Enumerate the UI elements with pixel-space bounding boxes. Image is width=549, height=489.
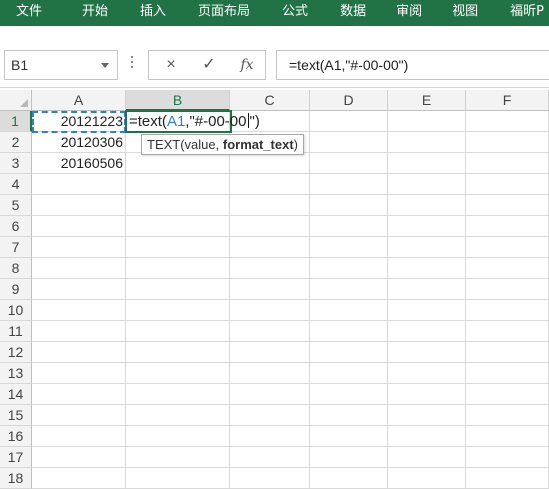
row-header-18[interactable]: 18 xyxy=(0,468,32,489)
row-header-12[interactable]: 12 xyxy=(0,342,32,363)
row-header-2[interactable]: 2 xyxy=(0,132,32,153)
gridline xyxy=(32,299,549,300)
text-caret xyxy=(247,113,249,128)
row-header-16[interactable]: 16 xyxy=(0,426,32,447)
enter-icon[interactable]: ✓ xyxy=(191,51,227,79)
gridline xyxy=(32,383,549,384)
cancel-icon[interactable]: × xyxy=(153,51,189,79)
row-header-17[interactable]: 17 xyxy=(0,447,32,468)
tooltip-close: ) xyxy=(293,137,298,152)
row-header-10[interactable]: 10 xyxy=(0,300,32,321)
tab-home[interactable]: 开始 xyxy=(82,0,108,26)
in-cell-editor[interactable]: =text(A1,"#-00-00 ") xyxy=(129,111,260,132)
cell-a2[interactable]: 20120306 xyxy=(32,132,125,153)
row-header-7[interactable]: 7 xyxy=(0,237,32,258)
row-header-9[interactable]: 9 xyxy=(0,279,32,300)
cell-a3[interactable]: 20160506 xyxy=(32,153,125,174)
spreadsheet-grid: A B C D E F 1 2 3 4 5 6 7 8 9 10 11 12 1… xyxy=(0,90,549,489)
gridline xyxy=(32,425,549,426)
tooltip-function: TEXT(value, xyxy=(147,137,223,152)
gridline xyxy=(125,111,126,489)
chevron-down-icon[interactable] xyxy=(101,63,109,68)
row-header-5[interactable]: 5 xyxy=(0,195,32,216)
gridline xyxy=(309,111,310,489)
select-all-icon xyxy=(20,99,28,107)
row-header-11[interactable]: 11 xyxy=(0,321,32,342)
select-all-button[interactable] xyxy=(0,90,32,111)
gridline xyxy=(387,111,388,489)
gridline xyxy=(32,236,549,237)
gridline xyxy=(32,278,549,279)
gridline xyxy=(32,362,549,363)
tab-view[interactable]: 视图 xyxy=(452,0,478,26)
insert-function-icon[interactable]: fx xyxy=(229,51,265,79)
editor-reference: A1 xyxy=(166,113,186,130)
column-header-b[interactable]: B xyxy=(126,90,230,111)
row-header-3[interactable]: 3 xyxy=(0,153,32,174)
reference-highlight-a1 xyxy=(32,111,126,133)
drag-handle-icon[interactable] xyxy=(130,56,134,72)
formula-buttons: × ✓ fx xyxy=(148,50,266,80)
formula-bar-area: B1 × ✓ fx =text(A1,"#-00-00") xyxy=(0,26,549,88)
gridline xyxy=(32,320,549,321)
tab-page-layout[interactable]: 页面布局 xyxy=(198,0,250,26)
row-header-1[interactable]: 1 xyxy=(0,111,32,132)
row-header-14[interactable]: 14 xyxy=(0,384,32,405)
name-box-value: B1 xyxy=(11,57,29,73)
tab-formulas[interactable]: 公式 xyxy=(282,0,308,26)
gridline xyxy=(229,111,230,489)
tab-file[interactable]: 文件 xyxy=(0,0,58,26)
gridline xyxy=(32,467,549,468)
formula-input[interactable]: =text(A1,"#-00-00") xyxy=(276,50,549,80)
row-header-4[interactable]: 4 xyxy=(0,174,32,195)
column-header-f[interactable]: F xyxy=(466,90,549,111)
row-header-6[interactable]: 6 xyxy=(0,216,32,237)
tab-data[interactable]: 数据 xyxy=(340,0,366,26)
column-header-c[interactable]: C xyxy=(230,90,310,111)
gridline xyxy=(465,111,466,489)
tab-foxit-pdf[interactable]: 福昕P xyxy=(510,0,544,26)
ribbon-tab-bar: 文件 开始 插入 页面布局 公式 数据 审阅 视图 福昕P xyxy=(0,0,549,26)
gridline xyxy=(32,257,549,258)
gridline xyxy=(32,341,549,342)
editor-suffix: ") xyxy=(249,113,260,130)
name-box[interactable]: B1 xyxy=(4,50,118,80)
gridline xyxy=(32,404,549,405)
tooltip-argument: format_text xyxy=(222,137,294,152)
function-tooltip[interactable]: TEXT(value, format_text) xyxy=(141,134,304,155)
row-header-13[interactable]: 13 xyxy=(0,363,32,384)
tab-review[interactable]: 审阅 xyxy=(396,0,422,26)
gridline xyxy=(32,446,549,447)
editor-prefix: =text( xyxy=(129,113,167,130)
gridline xyxy=(32,194,549,195)
column-header-d[interactable]: D xyxy=(310,90,388,111)
column-header-e[interactable]: E xyxy=(388,90,466,111)
row-header-8[interactable]: 8 xyxy=(0,258,32,279)
row-header-15[interactable]: 15 xyxy=(0,405,32,426)
gridline xyxy=(32,215,549,216)
tab-insert[interactable]: 插入 xyxy=(140,0,166,26)
editor-middle: ,"#-00-00 xyxy=(185,113,247,130)
column-header-a[interactable]: A xyxy=(32,90,126,111)
